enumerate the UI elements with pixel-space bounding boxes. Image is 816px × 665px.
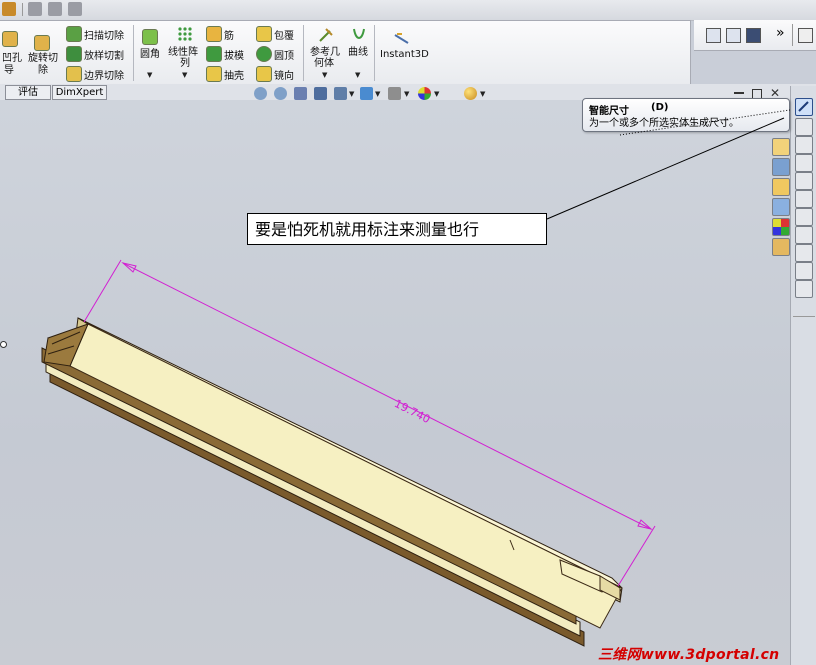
watermark: 三维网www.3dportal.cn: [598, 647, 780, 663]
callout-leaders: [546, 109, 791, 220]
annotation-note: 要是怕死机就用标注来测量也行: [247, 213, 547, 245]
